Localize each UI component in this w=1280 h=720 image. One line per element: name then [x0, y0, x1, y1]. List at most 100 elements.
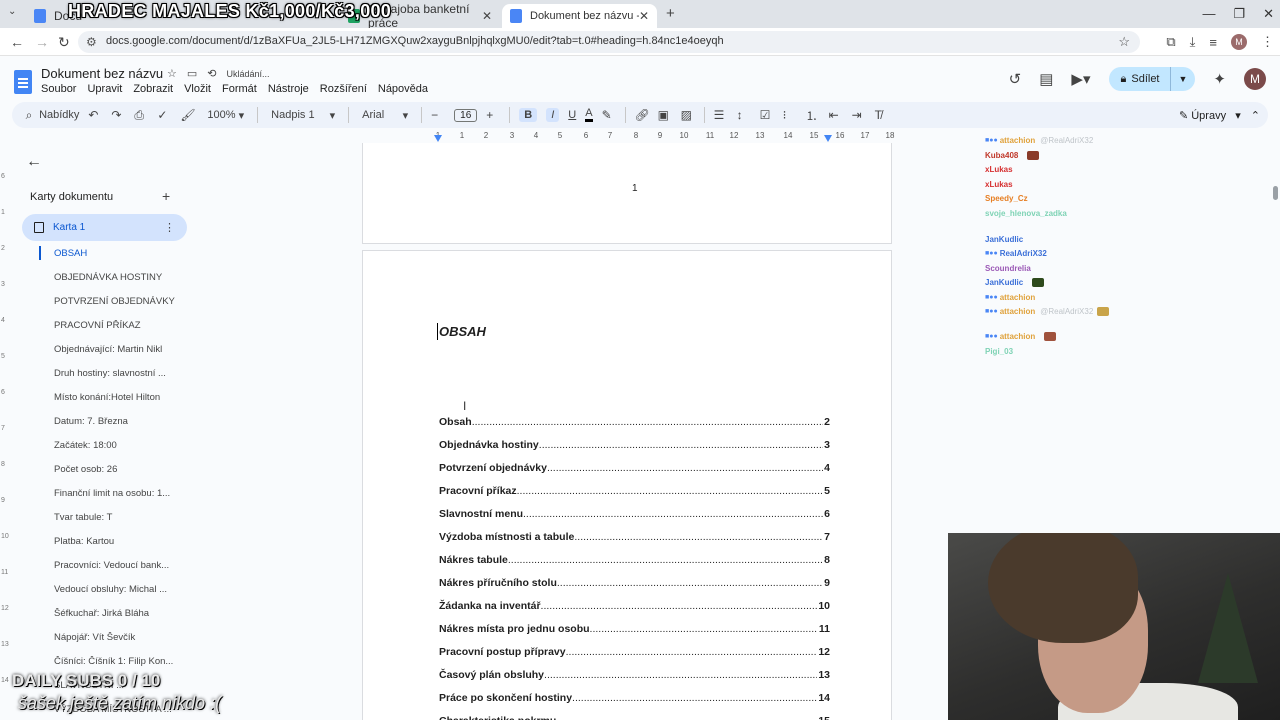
menu-format[interactable]: Formát — [222, 83, 257, 95]
tab-search-icon[interactable]: ⌄ — [8, 6, 16, 17]
highlight-icon[interactable]: ✎ — [602, 108, 616, 122]
forward-icon[interactable]: → — [35, 34, 49, 50]
share-button[interactable]: 🔒︎ Sdílet ▼ — [1108, 67, 1196, 91]
clear-formatting-icon[interactable]: T̸ — [875, 108, 889, 122]
add-comment-icon[interactable]: ▣ — [658, 108, 672, 122]
align-left-icon[interactable]: ☰ — [714, 108, 728, 122]
new-tab-icon[interactable]: + — [666, 5, 675, 22]
underline-button[interactable]: U — [568, 109, 576, 121]
bold-button[interactable]: B — [519, 108, 538, 122]
menu-file[interactable]: Soubor — [41, 83, 76, 95]
document-tab[interactable]: Karta 1 ⋮ — [22, 214, 187, 241]
print-icon[interactable]: ⎙ — [134, 108, 148, 123]
back-icon[interactable]: ← — [10, 34, 24, 50]
spellcheck-icon[interactable]: ✓ — [157, 108, 171, 122]
add-tab-icon[interactable]: + — [162, 188, 170, 204]
toc-entry[interactable]: Pracovní příkaz 5 — [439, 485, 830, 497]
toc-entry[interactable]: Pracovní postup přípravy 12 — [439, 646, 830, 658]
outline-item[interactable]: PRACOVNÍ PŘÍKAZ — [54, 320, 194, 331]
close-window-icon[interactable]: ✕ — [1263, 6, 1274, 22]
menu-help[interactable]: Nápověda — [378, 83, 428, 95]
document-page[interactable]: 1 — [362, 143, 892, 244]
close-sidebar-icon[interactable]: ← — [26, 153, 42, 171]
decrease-indent-icon[interactable]: ⇤ — [829, 108, 843, 122]
outline-item[interactable]: Pracovníci: Vedoucí bank... — [54, 560, 194, 571]
left-indent-marker[interactable] — [434, 135, 442, 142]
close-tab-icon[interactable]: ✕ — [639, 9, 649, 23]
style-select[interactable]: Nadpis 1 ▾ — [267, 107, 339, 124]
outline-item[interactable]: Platba: Kartou — [54, 536, 194, 547]
move-folder-icon[interactable]: ▭ — [187, 67, 197, 80]
increase-font-size-icon[interactable]: + — [486, 108, 500, 122]
toc-heading[interactable]: OBSAH — [439, 324, 486, 339]
download-icon[interactable]: ⤓ — [1190, 34, 1196, 50]
checklist-icon[interactable]: ☑ — [760, 108, 774, 122]
redo-icon[interactable]: ↷ — [111, 108, 125, 122]
account-avatar[interactable]: M — [1244, 68, 1266, 90]
toc-entry[interactable]: Charakteristika pokrmu 15 — [439, 715, 830, 720]
outline-item[interactable]: Nápojář: Vít Ševčík — [54, 632, 194, 643]
browser-tab-active[interactable]: Dokument bez názvu - Dokum... ✕ — [502, 4, 657, 28]
document-title[interactable]: Dokument bez názvu — [41, 66, 163, 81]
toc-entry[interactable]: Žádanka na inventář 10 — [439, 600, 830, 612]
editing-mode-select[interactable]: ✎ Úpravy ▾ — [1179, 109, 1241, 122]
menu-extensions[interactable]: Rozšíření — [320, 83, 367, 95]
outline-item[interactable]: OBJEDNÁVKA HOSTINY — [54, 272, 194, 283]
outline-item[interactable]: Číšníci: Číšník 1: Filip Kon... — [54, 656, 194, 667]
menu-view[interactable]: Zobrazit — [133, 83, 173, 95]
undo-icon[interactable]: ↶ — [88, 108, 102, 122]
outline-item[interactable]: Finanční limit na osobu: 1... — [54, 488, 194, 499]
outline-item[interactable]: Druh hostiny: slavnostní ... — [54, 368, 194, 379]
menu-edit[interactable]: Upravit — [87, 83, 122, 95]
zoom-select[interactable]: 100% ▾ — [203, 107, 248, 124]
share-dropdown-icon[interactable]: ▼ — [1171, 74, 1196, 84]
tab-more-icon[interactable]: ⋮ — [164, 221, 175, 234]
star-icon[interactable]: ☆ — [167, 67, 177, 80]
comments-icon[interactable]: ▤ — [1039, 70, 1053, 88]
decrease-font-size-icon[interactable]: − — [431, 108, 445, 122]
text-color-button[interactable]: A — [585, 108, 593, 122]
profile-avatar[interactable]: M — [1231, 34, 1247, 50]
outline-item[interactable]: POTVRZENÍ OBJEDNÁVKY — [54, 296, 194, 307]
outline-item[interactable]: OBSAH — [54, 248, 194, 259]
meet-icon[interactable]: ▶▾ — [1071, 70, 1090, 88]
outline-item[interactable]: Objednávající: Martin Nikl — [54, 344, 194, 355]
outline-item[interactable]: Datum: 7. Března — [54, 416, 194, 427]
numbered-list-icon[interactable]: ⒈ — [806, 107, 820, 124]
menu-insert[interactable]: Vložit — [184, 83, 211, 95]
outline-item[interactable]: Tvar tabule: T — [54, 512, 194, 523]
restore-icon[interactable]: ❐ — [1233, 6, 1245, 22]
toc-entry[interactable]: Nákres tabule 8 — [439, 554, 830, 566]
line-spacing-icon[interactable]: ↕ — [737, 108, 751, 122]
paint-format-icon[interactable]: 🖌︎ — [180, 108, 195, 122]
font-select[interactable]: Arial ▾ — [358, 107, 412, 124]
bulleted-list-icon[interactable]: ⁝ — [783, 108, 797, 122]
browser-menu-icon[interactable]: ⋮ — [1261, 34, 1274, 50]
outline-item[interactable]: Šéfkuchař: Jirká Bláha — [54, 608, 194, 619]
toc-entry[interactable]: Nákres příručního stolu 9 — [439, 577, 830, 589]
outline-item[interactable]: Počet osob: 26 — [54, 464, 194, 475]
version-history-icon[interactable]: ↺ — [1009, 70, 1022, 88]
toc-entry[interactable]: Obsah 2 — [439, 416, 830, 428]
menu-tools[interactable]: Nástroje — [268, 83, 309, 95]
bookmark-star-icon[interactable]: ☆ — [1118, 34, 1130, 50]
outline-item[interactable]: Začátek: 18:00 — [54, 440, 194, 451]
horizontal-ruler[interactable]: 1 1 2 3 4 5 6 7 8 9 10 11 12 13 14 15 16 17 18 — [362, 131, 894, 143]
increase-indent-icon[interactable]: ⇥ — [852, 108, 866, 122]
toc-entry[interactable]: Objednávka hostiny 3 — [439, 439, 830, 451]
outline-item[interactable]: Vedoucí obsluhy: Michal ... — [54, 584, 194, 595]
url-field[interactable]: ⚙ docs.google.com/document/d/1zBaXFUa_2J… — [78, 31, 1140, 53]
font-size-input[interactable]: 16 — [454, 108, 478, 122]
toc-entry[interactable]: Slavnostní menu 6 — [439, 508, 830, 520]
toc-entry[interactable]: Výzdoba místnosti a tabule 7 — [439, 531, 830, 543]
insert-image-icon[interactable]: ▨ — [681, 108, 695, 122]
toc-entry[interactable]: Potvrzení objednávky 4 — [439, 462, 830, 474]
reload-icon[interactable]: ↻ — [58, 34, 70, 51]
collapse-toolbar-icon[interactable]: ⌃ — [1251, 109, 1260, 122]
gemini-icon[interactable]: ✦ — [1213, 70, 1226, 88]
docs-logo-icon[interactable] — [14, 70, 32, 94]
search-menus[interactable]: ⌕ Nabídky — [22, 108, 80, 123]
extensions-icon[interactable]: ⧉ — [1166, 34, 1175, 50]
italic-button[interactable]: I — [546, 108, 560, 122]
outline-item[interactable]: Místo konání:Hotel Hilton — [54, 392, 194, 403]
